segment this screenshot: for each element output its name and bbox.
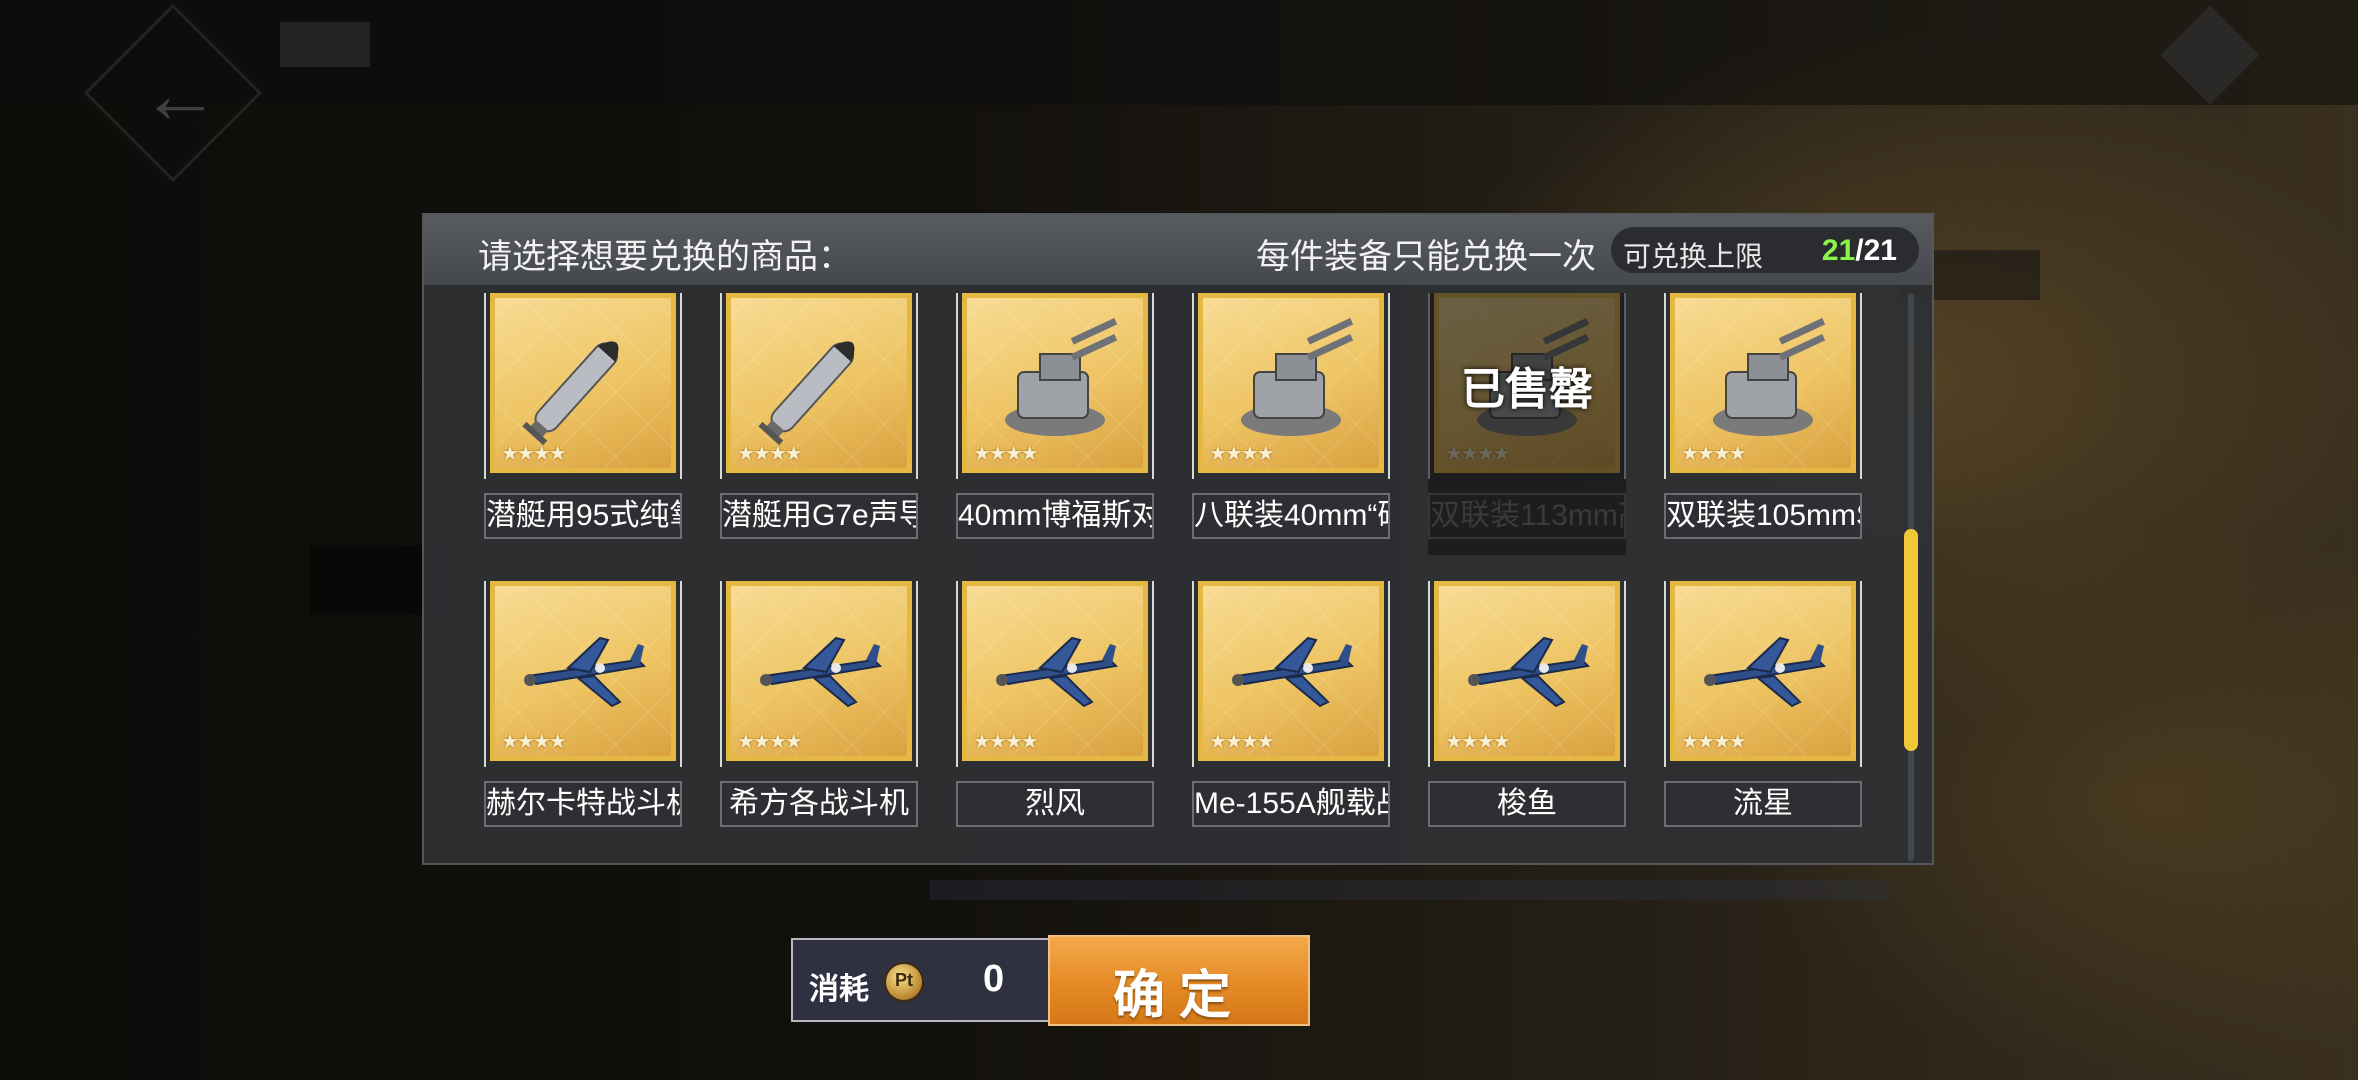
item-card[interactable]: ★★★★ 赫尔卡特战斗机 xyxy=(484,581,684,827)
item-name: 流星 xyxy=(1664,781,1862,827)
cost-display: 消耗 Pt 0 xyxy=(791,938,1051,1022)
cost-value: 0 xyxy=(983,958,1005,1000)
item-card[interactable]: ★★★★ 潜艇用95式纯氧鱼雷 xyxy=(484,293,684,539)
fighter-plane-icon xyxy=(980,598,1130,743)
sold-out-overlay: 已售罄 xyxy=(1428,293,1626,555)
item-image: ★★★★ xyxy=(726,581,912,761)
item-name: 40mm博福斯对空机炮 xyxy=(956,493,1154,539)
item-name: 八联装40mm“砰砰炮” xyxy=(1192,493,1390,539)
limit-label: 可兑换上限 xyxy=(1623,241,1764,272)
rarity-stars: ★★★★ xyxy=(1445,731,1511,753)
fighter-plane-icon xyxy=(744,598,894,743)
item-image: ★★★★ xyxy=(1670,293,1856,473)
item-name: 潜艇用95式纯氧鱼雷 xyxy=(484,493,682,539)
cost-label: 消耗 xyxy=(809,972,869,1007)
aa-gun-icon xyxy=(1216,310,1366,455)
item-card[interactable]: ★★★★ 八联装40mm“砰砰炮” xyxy=(1192,293,1392,539)
rarity-stars: ★★★★ xyxy=(501,443,567,465)
item-card: ★★★★双联装113mm高射炮已售罄 xyxy=(1428,293,1628,555)
item-card[interactable]: ★★★★ 梭鱼 xyxy=(1428,581,1628,827)
fighter-plane-icon xyxy=(1452,598,1602,743)
dialog-title: 请选择想要兑换的商品： xyxy=(478,238,852,276)
item-image: ★★★★ xyxy=(1434,581,1620,761)
fighter-plane-icon xyxy=(1688,598,1838,743)
item-name: 希方各战斗机 xyxy=(720,781,918,827)
item-card[interactable]: ★★★★ 双联装105mmSKC高炮 xyxy=(1664,293,1864,539)
item-grid: ★★★★ 潜艇用95式纯氧鱼雷 ★★★★ 潜艇用G7e声导鱼雷 ★★★★ 40mm博福斯对… xyxy=(484,293,1904,861)
coin-icon: Pt xyxy=(886,964,922,1000)
item-name: Me-155A舰载战斗机 xyxy=(1192,781,1390,827)
aa-gun-icon xyxy=(980,310,1130,455)
item-card[interactable]: ★★★★ Me-155A舰载战斗机 xyxy=(1192,581,1392,827)
item-image: ★★★★ xyxy=(1198,581,1384,761)
dialog-header: 请选择想要兑换的商品： 每件装备只能兑换一次 可兑换上限 21/21 xyxy=(424,215,1932,285)
rarity-stars: ★★★★ xyxy=(973,731,1039,753)
item-card[interactable]: ★★★★ 40mm博福斯对空机炮 xyxy=(956,293,1156,539)
rarity-stars: ★★★★ xyxy=(973,443,1039,465)
item-name: 双联装105mmSKC高炮 xyxy=(1664,493,1862,539)
item-name: 梭鱼 xyxy=(1428,781,1626,827)
rarity-stars: ★★★★ xyxy=(737,443,803,465)
sold-out-label: 已售罄 xyxy=(1461,364,1593,415)
item-name: 潜艇用G7e声导鱼雷 xyxy=(720,493,918,539)
confirm-button[interactable]: 确定 xyxy=(1048,935,1310,1026)
limit-current: 21 xyxy=(1821,234,1856,267)
limit-count: 21/21 xyxy=(1822,234,1897,268)
confirm-label: 确定 xyxy=(1112,965,1245,1026)
rarity-stars: ★★★★ xyxy=(1681,731,1747,753)
exchange-dialog: 请选择想要兑换的商品： 每件装备只能兑换一次 可兑换上限 21/21 ★★★★ 潜… xyxy=(422,213,1934,865)
item-name: 烈风 xyxy=(956,781,1154,827)
torpedo-icon xyxy=(744,310,894,455)
item-card[interactable]: ★★★★ 潜艇用G7e声导鱼雷 xyxy=(720,293,920,539)
scrollbar-thumb[interactable] xyxy=(1904,529,1918,751)
item-name: 赫尔卡特战斗机 xyxy=(484,781,682,827)
fighter-plane-icon xyxy=(1216,598,1366,743)
item-image: ★★★★ xyxy=(962,293,1148,473)
aa-gun-icon xyxy=(1688,310,1838,455)
rarity-stars: ★★★★ xyxy=(1681,443,1747,465)
fighter-plane-icon xyxy=(508,598,658,743)
item-image: ★★★★ xyxy=(490,293,676,473)
item-image: ★★★★ xyxy=(1670,581,1856,761)
rarity-stars: ★★★★ xyxy=(501,731,567,753)
exchange-note: 每件装备只能兑换一次 xyxy=(1256,238,1596,276)
exchange-limit-badge: 可兑换上限 21/21 xyxy=(1611,227,1919,273)
item-image: ★★★★ xyxy=(1198,293,1384,473)
item-card[interactable]: ★★★★ 希方各战斗机 xyxy=(720,581,920,827)
torpedo-icon xyxy=(508,310,658,455)
rarity-stars: ★★★★ xyxy=(737,731,803,753)
rarity-stars: ★★★★ xyxy=(1209,443,1275,465)
item-card[interactable]: ★★★★ 烈风 xyxy=(956,581,1156,827)
rarity-stars: ★★★★ xyxy=(1209,731,1275,753)
limit-total: /21 xyxy=(1855,234,1897,267)
item-image: ★★★★ xyxy=(962,581,1148,761)
item-image: ★★★★ xyxy=(726,293,912,473)
item-image: ★★★★ xyxy=(490,581,676,761)
item-card[interactable]: ★★★★ 流星 xyxy=(1664,581,1864,827)
coin-glyph: Pt xyxy=(895,970,913,990)
